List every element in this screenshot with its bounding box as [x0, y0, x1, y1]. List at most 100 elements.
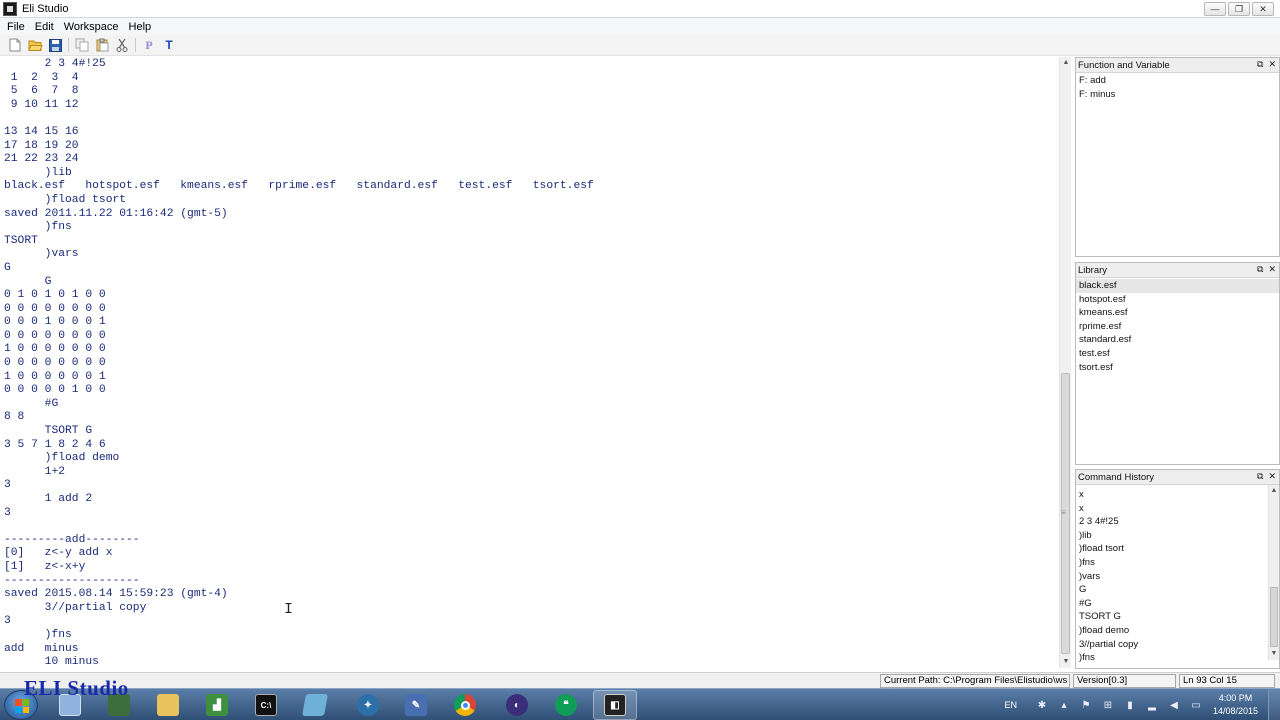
battery-icon[interactable]: ▭: [1188, 697, 1204, 713]
bluetooth-icon[interactable]: ✱: [1034, 697, 1050, 713]
console-line: 1 add 2: [4, 493, 93, 505]
history-item[interactable]: )lib: [1079, 529, 1279, 543]
history-item[interactable]: TSORT G: [1079, 610, 1279, 624]
function-item-minus[interactable]: F: minus: [1079, 88, 1279, 102]
console-line: )fload tsort: [4, 193, 127, 206]
menu-edit[interactable]: Edit: [30, 21, 59, 33]
library-item[interactable]: test.esf: [1079, 347, 1279, 361]
console-line: black.esf hotspot.esf kmeans.esf rprime.…: [4, 180, 594, 193]
restore-icon[interactable]: ⧉: [1257, 59, 1263, 70]
flag-icon[interactable]: ⚑: [1078, 697, 1094, 713]
paste-icon[interactable]: [93, 36, 111, 54]
library-item[interactable]: tsort.esf: [1079, 361, 1279, 375]
volume-icon[interactable]: ◀: [1166, 697, 1182, 713]
history-scrollbar[interactable]: ▲ ▼: [1268, 485, 1279, 660]
console-line: )fns: [4, 221, 72, 234]
console-line: 1 0 0 0 0 0 0 0: [4, 343, 106, 356]
history-item[interactable]: #G: [1079, 597, 1279, 611]
virtualbox-icon: [302, 694, 328, 716]
taskbar-app-paint[interactable]: ✎: [394, 690, 438, 720]
history-item[interactable]: x: [1079, 502, 1279, 516]
clock[interactable]: 4:00 PM 14/08/2015: [1213, 692, 1258, 718]
windows-logo-icon: [15, 699, 29, 713]
library-item[interactable]: black.esf: [1076, 279, 1279, 293]
console-line: 21 22 23 24: [4, 153, 79, 166]
history-item[interactable]: 2 3 4#!25: [1079, 515, 1279, 529]
history-item[interactable]: )vars: [1079, 570, 1279, 584]
app-icon: [3, 1, 17, 16]
save-icon[interactable]: [46, 36, 64, 54]
library-item[interactable]: rprime.esf: [1079, 320, 1279, 334]
taskbar-app-chrome[interactable]: [443, 690, 487, 720]
taskbar-app-vbox[interactable]: [293, 690, 337, 720]
copy-icon[interactable]: [73, 36, 91, 54]
menu-file[interactable]: File: [2, 21, 30, 33]
show-hidden-icons-icon[interactable]: ▴: [1056, 697, 1072, 713]
console-output: 2 3 4#!25 1 2 3 4 5 6 7 8 9 10 11 12 13 1…: [0, 57, 1059, 668]
restore-icon[interactable]: ⧉: [1257, 264, 1263, 275]
taskbar-app-eli-studio[interactable]: ◧: [593, 690, 637, 720]
console-line: 13 14 15 16: [4, 125, 79, 138]
history-item[interactable]: 3//partial copy: [1079, 638, 1279, 652]
console-area[interactable]: 2 3 4#!25 1 2 3 4 5 6 7 8 9 10 11 12 13 1…: [0, 57, 1059, 668]
taskbar-app-cmd[interactable]: C:\: [244, 690, 288, 720]
splitter-grip-icon[interactable]: ≡: [1061, 509, 1069, 517]
history-item[interactable]: G: [1079, 583, 1279, 597]
close-icon[interactable]: ✕: [1268, 264, 1276, 275]
new-file-icon[interactable]: [6, 36, 24, 54]
taskbar-app-chart[interactable]: ▟: [195, 690, 239, 720]
toolbar-separator: [68, 38, 69, 52]
close-button[interactable]: ✕: [1252, 2, 1274, 16]
signal-icon[interactable]: ▂: [1144, 697, 1160, 713]
console-line: )fload demo: [4, 452, 120, 465]
function-item-add[interactable]: F: add: [1079, 74, 1279, 88]
history-item[interactable]: )fload demo: [1079, 624, 1279, 638]
chart-app-icon: ▟: [206, 694, 228, 716]
console-line: 10 minus: [4, 656, 99, 668]
library-item[interactable]: hotspot.esf: [1079, 293, 1279, 307]
history-item[interactable]: )fload tsort: [1079, 542, 1279, 556]
taskbar-app-network[interactable]: ✦: [346, 690, 390, 720]
t-button[interactable]: T: [160, 36, 178, 54]
history-item[interactable]: )fns: [1079, 556, 1279, 570]
scroll-down-icon[interactable]: ▼: [1269, 648, 1279, 660]
panel-title: Function and Variable: [1078, 59, 1170, 71]
taskbar-app-hangouts[interactable]: ❝: [544, 690, 588, 720]
panel-title: Library: [1078, 264, 1108, 276]
maximize-button[interactable]: ❐: [1228, 2, 1250, 16]
restore-icon[interactable]: ⧉: [1257, 471, 1263, 482]
minimize-button[interactable]: —: [1204, 2, 1226, 16]
close-icon[interactable]: ✕: [1268, 471, 1276, 482]
close-icon[interactable]: ✕: [1268, 59, 1276, 70]
scroll-up-icon[interactable]: ▲: [1269, 485, 1279, 497]
history-item[interactable]: )fns: [1079, 651, 1279, 665]
console-scrollbar[interactable]: ▲ ▼: [1059, 57, 1071, 668]
network-icon[interactable]: ▮: [1122, 697, 1138, 713]
show-desktop-button[interactable]: [1268, 689, 1280, 720]
p-button[interactable]: P: [140, 36, 158, 54]
console-line: TSORT G: [4, 425, 93, 438]
windows-update-icon[interactable]: ⊞: [1100, 697, 1116, 713]
menu-workspace[interactable]: Workspace: [59, 21, 124, 33]
console-line: 3 5 7 1 8 2 4 6: [4, 438, 106, 451]
scroll-thumb[interactable]: [1270, 587, 1278, 647]
toolbar: P T: [0, 35, 1280, 56]
menu-help[interactable]: Help: [124, 21, 157, 33]
panel-header: Function and Variable ⧉ ✕: [1076, 58, 1279, 73]
taskbar-app-folder[interactable]: [146, 690, 190, 720]
taskbar-app-eclipse[interactable]: ◐: [495, 690, 539, 720]
cut-icon[interactable]: [113, 36, 131, 54]
library-item[interactable]: kmeans.esf: [1079, 306, 1279, 320]
eclipse-app-icon: ◐: [506, 694, 528, 716]
console-line: TSORT: [4, 234, 38, 247]
scroll-down-icon[interactable]: ▼: [1060, 656, 1072, 668]
history-item[interactable]: x: [1079, 488, 1279, 502]
console-line: G: [4, 275, 52, 288]
folder-icon: [157, 694, 179, 716]
open-folder-icon[interactable]: [26, 36, 44, 54]
hangouts-icon: ❝: [555, 694, 577, 716]
console-line: 0 0 0 0 0 0 0 0: [4, 357, 106, 370]
library-item[interactable]: standard.esf: [1079, 333, 1279, 347]
scroll-up-icon[interactable]: ▲: [1060, 57, 1072, 69]
language-indicator[interactable]: EN: [1004, 700, 1017, 710]
